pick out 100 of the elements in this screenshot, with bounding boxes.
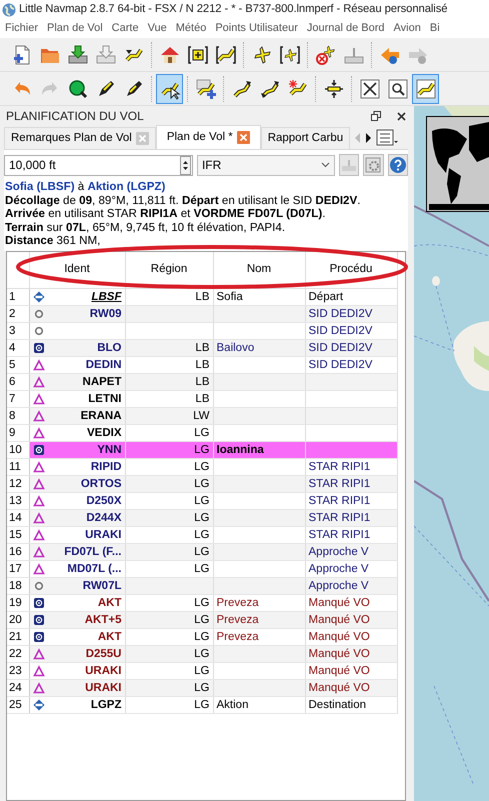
table-cell: STAR RIPI1 [308, 529, 370, 541]
table-cell: LB [195, 291, 210, 303]
table-cell: SID DEDI2V [308, 342, 372, 354]
table-cell-text: VEDIX [86, 426, 122, 440]
airport-icon [32, 699, 44, 711]
flight-summary-line: Arrivée en utilisant STAR RIPI1A et VORDME FD07L (D07L). [5, 207, 326, 220]
globe-icon [2, 2, 16, 16]
waypoint-icon [32, 410, 44, 422]
close-tab-icon[interactable] [236, 131, 250, 144]
tab[interactable]: Plan de Vol * [156, 125, 261, 149]
table-cell: LG [194, 444, 210, 456]
menu-item[interactable]: Journal de Bord [306, 20, 385, 37]
close-icon[interactable] [397, 112, 406, 120]
vor-icon [32, 597, 44, 609]
table-row[interactable]: 12 ORTOS LG STAR RIPI1 [7, 476, 397, 492]
table-cell-text: D255U [86, 647, 122, 662]
table-cell: LG [194, 648, 210, 660]
table-cell-text: AKT [98, 596, 122, 610]
float-icon[interactable] [371, 111, 381, 121]
table-cell: STAR RIPI1 [308, 478, 370, 490]
magnifier-icon [66, 78, 88, 100]
menu-item[interactable]: Avion [394, 20, 421, 37]
scroll-right-icon[interactable] [365, 132, 372, 144]
table-cell: Destination [308, 699, 366, 711]
table-row[interactable]: 25 LGPZ LG Aktion Destination [7, 696, 397, 714]
tab[interactable]: Remarques Plan de Vol [4, 127, 156, 149]
table-cell-text: RW09 [90, 307, 122, 322]
toolbar-button[interactable] [412, 74, 439, 104]
help-icon [388, 156, 407, 174]
table-row[interactable]: 8 ERANA LW [7, 408, 397, 424]
flight-summary-line: Décollage de 09, 89°M, 11,811 ft. Départ en utilisant le SID DEDI2V. [5, 194, 362, 207]
table-cell: Preveza [216, 597, 259, 609]
table-cell: LG [194, 512, 210, 524]
table-cell-text: AKT+5 [84, 613, 122, 628]
settings-button[interactable] [363, 154, 384, 176]
table-cell-text: URAKI [85, 681, 122, 696]
circle-icon [32, 308, 44, 320]
row-number: 20 [7, 612, 29, 628]
menu-item[interactable]: Points Utilisateur [215, 20, 298, 37]
table-cell: LB [195, 359, 210, 371]
flight-summary-line: Terrain sur 07L, 65°M, 9,745 ft, 10 ft élévation, PAPI4. [5, 220, 286, 234]
table-row[interactable]: 2 RW09 SID DEDI2V [7, 306, 397, 322]
table-cell: LB [195, 376, 210, 388]
table-cell: SID DEDI2V [308, 325, 372, 337]
table-cell: LG [194, 614, 210, 626]
airport-icon [32, 291, 44, 303]
list-menu-icon[interactable] [376, 128, 400, 148]
table-row[interactable]: 16 FD07L (F... LG Approche V [7, 544, 397, 560]
tab[interactable]: Rapport Carbu [260, 127, 350, 149]
waypoint-icon [32, 546, 44, 558]
menu-item[interactable]: Vue [148, 20, 167, 37]
table-cell: Ioannina [216, 444, 264, 456]
table-row[interactable]: 10 YNN LG Ioannina [7, 442, 397, 458]
toolbar-button[interactable] [156, 74, 183, 104]
route-plus-icon [194, 78, 216, 100]
menu-item[interactable]: Plan de Vol [47, 20, 103, 37]
table-cell: LG [194, 597, 210, 609]
drive-download-icon [66, 44, 88, 66]
table-cell: LW [193, 410, 210, 422]
row-number: 18 [7, 578, 29, 594]
table-cell: SID DEDI2V [308, 359, 372, 371]
table-cell-text: URAKI [85, 528, 122, 542]
menu-item[interactable]: Météo [176, 20, 206, 37]
menu-item[interactable]: Carte [112, 20, 139, 37]
table-cell: Manqué VO [308, 648, 370, 660]
table-cell: STAR RIPI1 [308, 495, 370, 507]
row-number: 24 [7, 680, 29, 696]
flight-rules-dropdown[interactable]: IFR [196, 154, 335, 176]
row-number: 7 [7, 390, 29, 408]
table-cell: Manqué VO [308, 631, 370, 643]
row-number: 1 [7, 288, 29, 306]
table-cell-text: MD07L (... [67, 562, 122, 576]
table-row[interactable]: 24 URAKI LG Manqué VO [7, 680, 397, 696]
table-row[interactable]: 18 RW07L Approche V [7, 578, 397, 594]
row-number: 14 [7, 510, 29, 526]
row-number: 15 [7, 526, 29, 544]
table-cell: LG [194, 563, 210, 575]
table-cell-text: LETNI [88, 392, 122, 406]
table-cell: LB [195, 393, 210, 405]
table-row[interactable]: 22 D255U LG Manqué VO [7, 646, 397, 662]
table-row[interactable]: 6 NAPET LB [7, 374, 397, 390]
menu-item[interactable]: Bi [430, 20, 440, 37]
table-row[interactable]: 20 AKT+5 LG Preveza Manqué VO [7, 612, 397, 628]
window-title: Little Navmap 2.8.7 64-bit - FSX / N 2212 - * - B737-800.lnmperf - Réseau personnalisé [19, 2, 448, 18]
table-cell: Approche V [308, 563, 369, 575]
row-number: 21 [7, 628, 29, 646]
row-number: 22 [7, 646, 29, 662]
spin-arrows-icon[interactable] [180, 156, 191, 174]
table-cell: STAR RIPI1 [308, 461, 370, 473]
airplane-bracket-icon [278, 44, 300, 66]
altitude-field[interactable]: 10,000 ft [4, 154, 193, 176]
table-cell: Sofia [216, 291, 243, 303]
menu-item[interactable]: Fichier [5, 20, 38, 37]
waypoint-icon [32, 461, 44, 473]
route-window-icon [414, 78, 436, 100]
table-row[interactable]: 14 D244X LG STAR RIPI1 [7, 510, 397, 526]
table-row[interactable]: 4 BLO LB Bailovo SID DEDI2V [7, 340, 397, 356]
help-button[interactable] [388, 154, 408, 176]
row-number: 12 [7, 476, 29, 492]
table-cell: SID DEDI2V [308, 308, 372, 320]
